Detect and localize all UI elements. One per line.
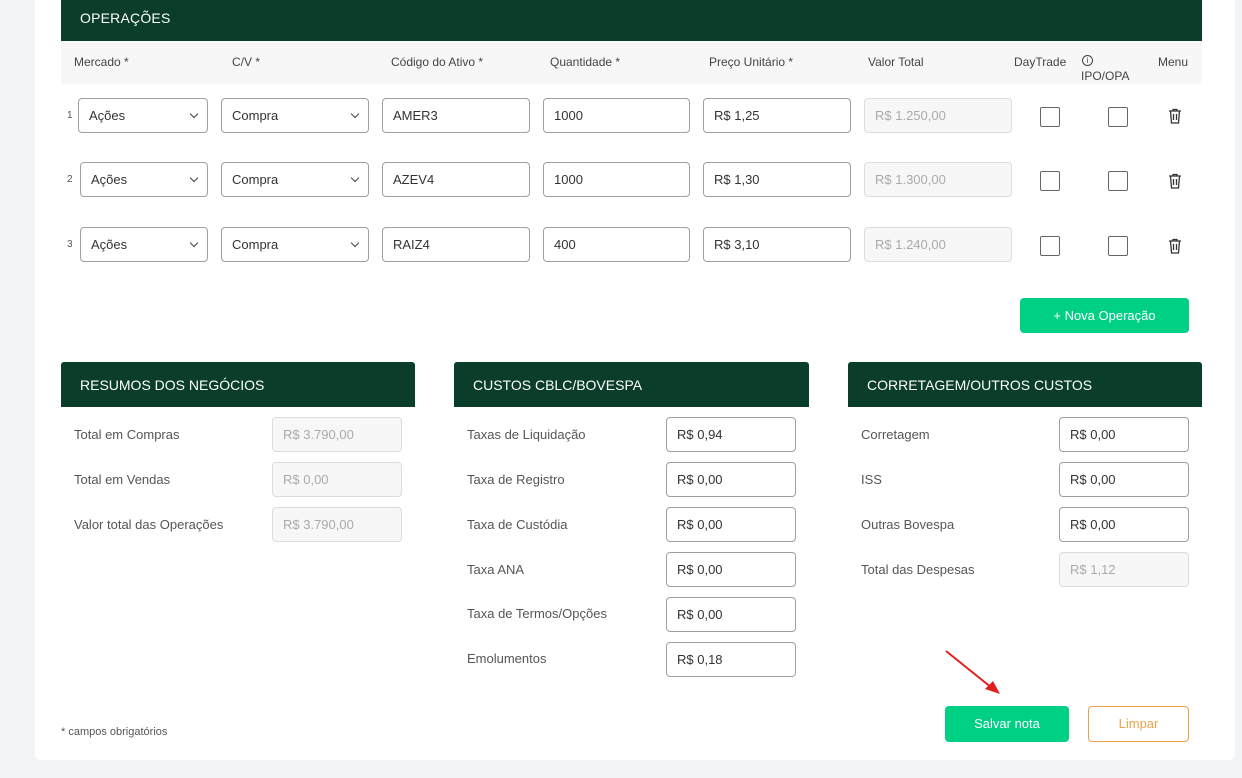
- total-compras-field: R$ 3.790,00: [272, 417, 402, 452]
- col-preco: Preço Unitário *: [709, 55, 794, 69]
- daytrade-checkbox[interactable]: [1040, 236, 1060, 256]
- trash-icon[interactable]: [1168, 173, 1182, 189]
- resumos-header: RESUMOS DOS NEGÓCIOS: [61, 362, 415, 407]
- mercado-select[interactable]: Ações: [80, 227, 208, 262]
- total-vendas-field: R$ 0,00: [272, 462, 402, 497]
- table-row: 2 Ações Compra AZEV4 1000 R$ 1,30 R$ 1.3…: [61, 162, 1202, 200]
- col-codigo: Código do Ativo *: [391, 55, 484, 69]
- outras-bovespa-input[interactable]: R$ 0,00: [1059, 507, 1189, 542]
- limpar-button[interactable]: Limpar: [1088, 706, 1189, 742]
- quantidade-input[interactable]: 1000: [543, 162, 690, 197]
- iss-label: ISS: [861, 472, 882, 487]
- iss-input[interactable]: R$ 0,00: [1059, 462, 1189, 497]
- resumos-title: RESUMOS DOS NEGÓCIOS: [80, 377, 265, 393]
- nova-operacao-button[interactable]: + Nova Operação: [1020, 298, 1189, 333]
- emolumentos-label: Emolumentos: [467, 651, 547, 666]
- corretagem-title: CORRETAGEM/OUTROS CUSTOS: [867, 377, 1093, 393]
- col-mercado: Mercado *: [74, 55, 129, 69]
- quantidade-input[interactable]: 1000: [543, 98, 690, 133]
- quantidade-input[interactable]: 400: [543, 227, 690, 262]
- taxa-ana-label: Taxa ANA: [467, 562, 525, 577]
- corretagem-input[interactable]: R$ 0,00: [1059, 417, 1189, 452]
- ipo-checkbox[interactable]: [1108, 236, 1128, 256]
- taxa-registro-input[interactable]: R$ 0,00: [666, 462, 796, 497]
- ipo-checkbox[interactable]: [1108, 107, 1128, 127]
- codigo-input[interactable]: AZEV4: [382, 162, 530, 197]
- mercado-select[interactable]: Ações: [80, 162, 208, 197]
- operacoes-title: OPERAÇÕES: [80, 10, 171, 26]
- valor-total-operacoes-field: R$ 3.790,00: [272, 507, 402, 542]
- preco-input[interactable]: R$ 3,10: [703, 227, 851, 262]
- cv-select[interactable]: Compra: [221, 162, 369, 197]
- col-valor-total: Valor Total: [868, 55, 924, 69]
- mercado-select[interactable]: Ações: [78, 98, 208, 133]
- table-row: 3 Ações Compra RAIZ4 400 R$ 3,10 R$ 1.24…: [61, 227, 1202, 265]
- cv-select[interactable]: Compra: [221, 227, 369, 262]
- total-despesas-label: Total das Despesas: [861, 562, 975, 577]
- custos-header: CUSTOS CBLC/BOVESPA: [454, 362, 809, 407]
- row-number: 2: [67, 174, 73, 185]
- taxa-termos-label: Taxa de Termos/Opções: [467, 606, 607, 621]
- trash-icon[interactable]: [1168, 238, 1182, 254]
- custos-title: CUSTOS CBLC/BOVESPA: [473, 377, 643, 393]
- taxa-registro-label: Taxa de Registro: [467, 472, 565, 487]
- total-compras-label: Total em Compras: [74, 427, 180, 442]
- taxa-custodia-input[interactable]: R$ 0,00: [666, 507, 796, 542]
- taxa-ana-input[interactable]: R$ 0,00: [666, 552, 796, 587]
- required-fields-note: * campos obrigatórios: [61, 726, 168, 738]
- row-number: 3: [67, 239, 73, 250]
- valor-total-input: R$ 1.300,00: [864, 162, 1012, 197]
- valor-total-input: R$ 1.240,00: [864, 227, 1012, 262]
- table-column-headers: Mercado * C/V * Código do Ativo * Quanti…: [61, 41, 1202, 84]
- emolumentos-input[interactable]: R$ 0,18: [666, 642, 796, 677]
- corretagem-header: CORRETAGEM/OUTROS CUSTOS: [848, 362, 1202, 407]
- total-vendas-label: Total em Vendas: [74, 472, 171, 487]
- preco-input[interactable]: R$ 1,30: [703, 162, 851, 197]
- valor-total-operacoes-label: Valor total das Operações: [74, 517, 224, 532]
- col-cv: C/V *: [232, 55, 261, 69]
- col-ipo-label: IPO/OPA: [1081, 69, 1130, 83]
- codigo-input[interactable]: RAIZ4: [382, 227, 530, 262]
- col-menu: Menu: [1158, 55, 1189, 69]
- outras-bovespa-label: Outras Bovespa: [861, 517, 955, 532]
- info-icon[interactable]: i: [1082, 55, 1093, 66]
- salvar-nota-button[interactable]: Salvar nota: [945, 706, 1069, 742]
- codigo-input[interactable]: AMER3: [382, 98, 530, 133]
- ipo-checkbox[interactable]: [1108, 171, 1128, 191]
- row-number: 1: [67, 110, 73, 121]
- taxas-liquidacao-input[interactable]: R$ 0,94: [666, 417, 796, 452]
- col-ipo: IPO/OPA i: [1081, 55, 1129, 83]
- preco-input[interactable]: R$ 1,25: [703, 98, 851, 133]
- daytrade-checkbox[interactable]: [1040, 171, 1060, 191]
- taxa-custodia-label: Taxa de Custódia: [467, 517, 568, 532]
- col-quantidade: Quantidade *: [550, 55, 621, 69]
- taxa-termos-input[interactable]: R$ 0,00: [666, 597, 796, 632]
- cv-select[interactable]: Compra: [221, 98, 369, 133]
- taxas-liquidacao-label: Taxas de Liquidação: [467, 427, 586, 442]
- total-despesas-field: R$ 1,12: [1059, 552, 1189, 587]
- trash-icon[interactable]: [1168, 108, 1182, 124]
- operacoes-header: OPERAÇÕES: [61, 0, 1202, 41]
- valor-total-input: R$ 1.250,00: [864, 98, 1012, 133]
- corretagem-label: Corretagem: [861, 427, 930, 442]
- col-daytrade: DayTrade: [1014, 55, 1067, 69]
- table-row: 1 Ações Compra AMER3 1000 R$ 1,25 R$ 1.2…: [61, 98, 1202, 136]
- annotation-arrow-icon: [945, 650, 1000, 694]
- daytrade-checkbox[interactable]: [1040, 107, 1060, 127]
